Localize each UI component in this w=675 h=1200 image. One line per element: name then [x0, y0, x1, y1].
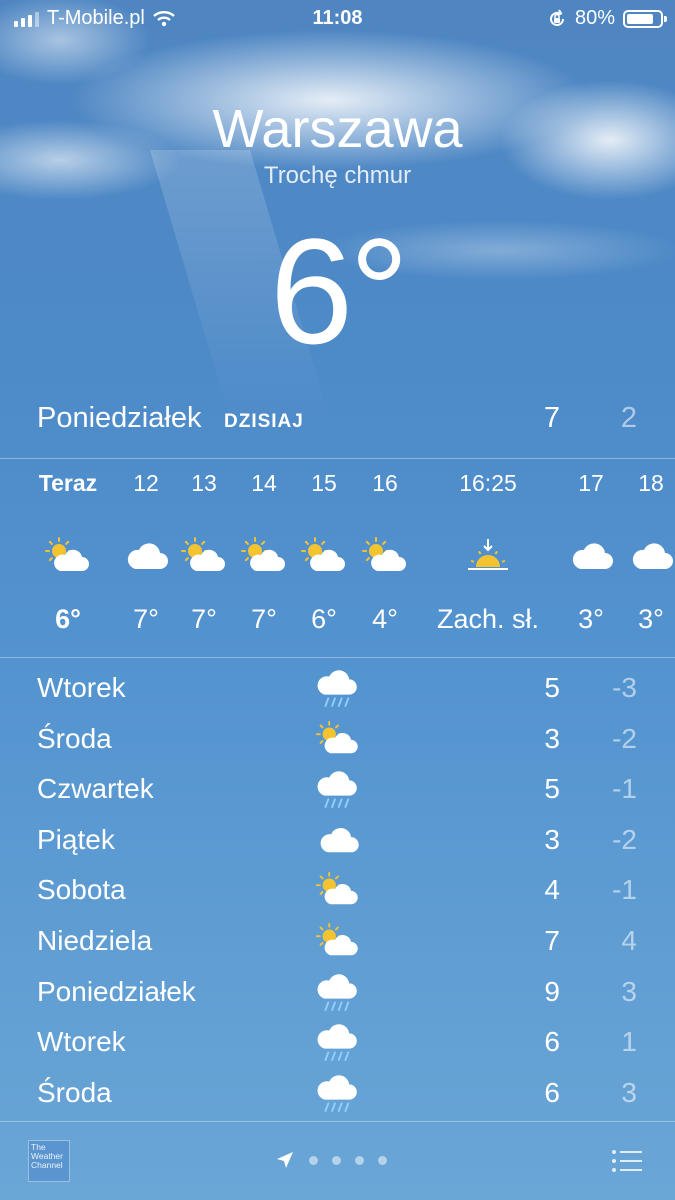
- sun-cloud-icon: [362, 537, 406, 571]
- rain-cloud-icon: [317, 1024, 357, 1062]
- sun-cloud-icon: [315, 922, 358, 956]
- city-name: Warszawa: [212, 99, 463, 159]
- today-low: 2: [620, 402, 637, 434]
- page-indicator[interactable]: [275, 1150, 387, 1170]
- day-low: -2: [612, 823, 637, 855]
- today-day: Poniedziałek: [37, 402, 202, 434]
- day-high: 5: [544, 773, 560, 805]
- hour-item: Teraz 6°: [23, 470, 113, 635]
- page-dot[interactable]: [378, 1155, 387, 1165]
- day-high: 6: [544, 1026, 560, 1058]
- cloud-icon: [632, 543, 673, 569]
- divider: [0, 458, 675, 459]
- day-row: Sobota 4 -1: [0, 868, 675, 919]
- sun-cloud-icon: [315, 720, 358, 753]
- day-low: -2: [612, 722, 637, 754]
- today-badge: DZISIAJ: [224, 411, 304, 432]
- day-high: 4: [544, 874, 560, 906]
- hourly-forecast[interactable]: Teraz 6° 12 7° 13 7° 14 7° 15 6° 16 4° 16:25 Zach. sł…: [0, 470, 675, 640]
- rotation-lock-icon: [550, 9, 564, 26]
- page-dot[interactable]: [332, 1155, 341, 1165]
- day-high: 3: [544, 823, 560, 855]
- hour-temp: Zach. sł.: [436, 604, 540, 634]
- hour-item: 18 3°: [606, 470, 675, 635]
- day-high: 5: [544, 672, 560, 703]
- day-row: Piątek 3 -2: [0, 818, 675, 869]
- day-high: 7: [544, 924, 560, 956]
- day-low: 4: [621, 924, 637, 956]
- day-row: Wtorek 5 -3: [0, 666, 675, 717]
- daily-forecast[interactable]: Wtorek 5 -3 Środa 3 -2 Czwartek 5 -1 Piątek 3 -2 Sob…: [0, 666, 675, 1121]
- status-bar: T-Mobile.pl 11:08 80%: [0, 0, 675, 38]
- hour-temp: 3°: [638, 604, 664, 634]
- page-dot[interactable]: [355, 1155, 364, 1165]
- hour-item: 16:25 Zach. sł.: [408, 470, 568, 635]
- day-name: Środa: [37, 1076, 112, 1108]
- rain-cloud-icon: [317, 771, 357, 809]
- day-low: 3: [621, 1076, 637, 1108]
- battery-icon: [623, 9, 667, 28]
- day-row: Środa 6 3: [0, 1071, 675, 1122]
- day-row: Poniedziałek 9 3: [0, 970, 675, 1021]
- rain-cloud-icon: [317, 670, 357, 707]
- day-low: -3: [612, 672, 637, 703]
- sun-cloud-icon: [315, 872, 358, 905]
- day-name: Sobota: [37, 874, 126, 906]
- hour-time: 18: [638, 470, 664, 496]
- location-arrow-icon: [277, 1152, 293, 1168]
- day-low: -1: [612, 773, 637, 805]
- bottom-bar: The Weather Channel: [0, 1122, 675, 1200]
- cloud-icon: [320, 827, 359, 853]
- day-name: Środa: [37, 722, 112, 754]
- divider: [0, 657, 675, 658]
- condition-text: Trochę chmur: [263, 162, 412, 189]
- day-row: Wtorek 6 1: [0, 1020, 675, 1071]
- day-high: 9: [544, 975, 560, 1007]
- day-name: Poniedziałek: [37, 975, 196, 1007]
- sunset-icon: [468, 539, 508, 570]
- current-temp: 6°: [269, 207, 409, 375]
- rain-cloud-icon: [317, 973, 357, 1011]
- day-high: 3: [544, 722, 560, 754]
- weather-channel-logo[interactable]: The Weather Channel: [28, 1140, 70, 1182]
- sun-cloud-icon: [45, 537, 89, 571]
- battery-percent: 80%: [574, 7, 615, 29]
- day-name: Czwartek: [37, 773, 154, 805]
- hour-time: 16:25: [459, 470, 517, 496]
- hour-temp: 6°: [55, 604, 81, 634]
- hour-time: Teraz: [38, 470, 98, 496]
- day-row: Czwartek 5 -1: [0, 767, 675, 818]
- day-name: Niedziela: [37, 924, 153, 956]
- day-name: Wtorek: [37, 672, 126, 703]
- day-high: 6: [544, 1076, 560, 1108]
- rain-cloud-icon: [317, 1075, 357, 1112]
- day-name: Piątek: [37, 823, 115, 855]
- day-low: 1: [621, 1026, 637, 1058]
- day-name: Wtorek: [37, 1026, 126, 1058]
- page-dot[interactable]: [309, 1155, 318, 1165]
- day-row: Środa 3 -2: [0, 717, 675, 768]
- day-low: 3: [621, 975, 637, 1007]
- day-low: -1: [612, 874, 637, 906]
- city-list-icon[interactable]: [611, 1148, 643, 1174]
- today-row: Poniedziałek DZISIAJ 7 2: [0, 400, 675, 440]
- today-high: 7: [543, 402, 560, 434]
- day-row: Niedziela 7 4: [0, 919, 675, 970]
